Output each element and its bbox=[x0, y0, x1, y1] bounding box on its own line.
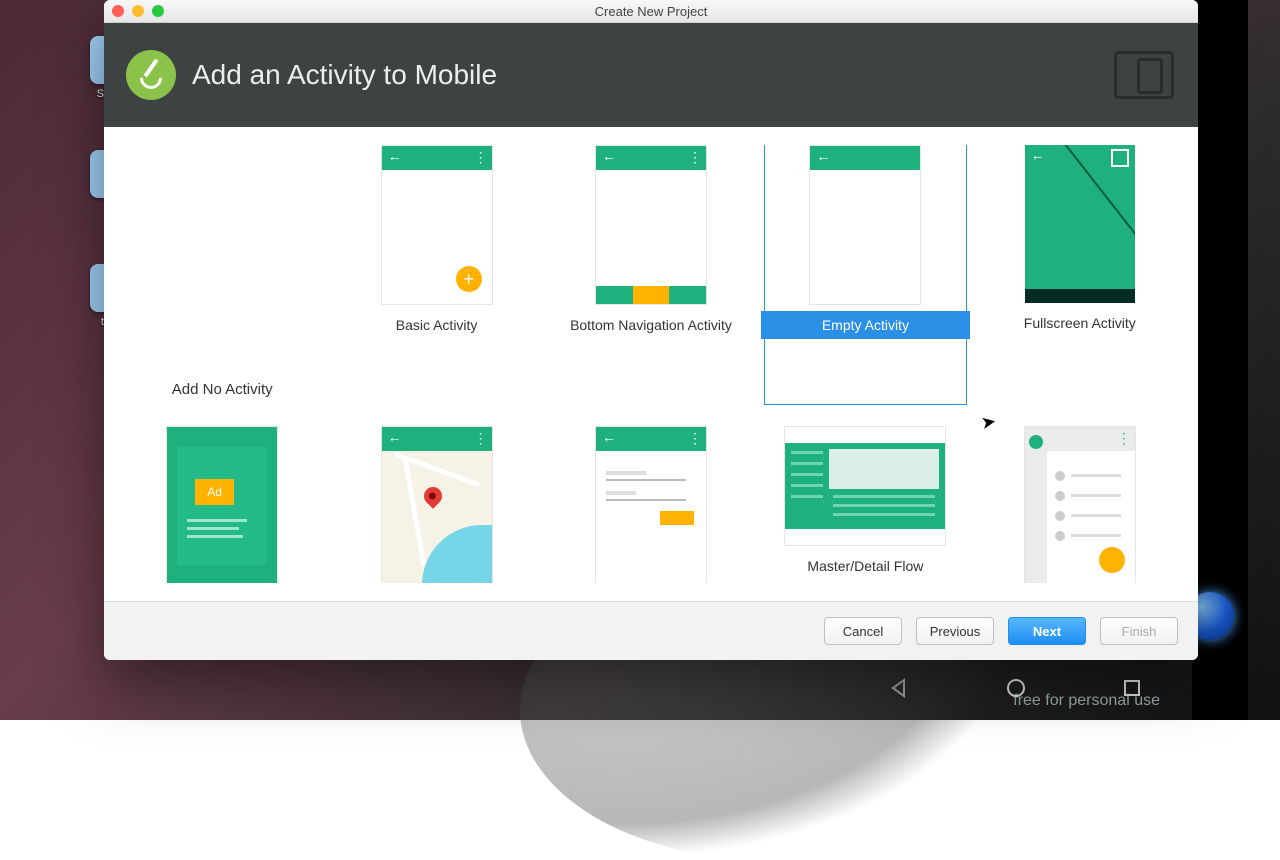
android-nav-bar bbox=[840, 664, 1190, 712]
wizard-footer: Cancel Previous Next Finish bbox=[104, 601, 1198, 660]
template-add-no-activity[interactable]: Add No Activity bbox=[122, 145, 322, 404]
template-empty-activity[interactable]: Empty Activity bbox=[765, 145, 965, 404]
template-label: Add No Activity bbox=[122, 375, 326, 404]
previous-button[interactable]: Previous bbox=[916, 617, 994, 645]
finish-button[interactable]: Finish bbox=[1100, 617, 1178, 645]
template-label: Basic Activity bbox=[332, 311, 540, 339]
close-icon[interactable] bbox=[112, 5, 124, 17]
cancel-button[interactable]: Cancel bbox=[824, 617, 902, 645]
back-icon[interactable] bbox=[888, 677, 910, 699]
activity-gallery: Add No Activity ⋮ + Basic Activity ⋮ Bot… bbox=[104, 127, 1198, 601]
page-title: Add an Activity to Mobile bbox=[192, 59, 497, 91]
template-label: Master/Detail Flow bbox=[761, 552, 969, 580]
home-icon[interactable] bbox=[1005, 677, 1027, 699]
template-master-detail-flow[interactable]: Master/Detail Flow bbox=[765, 426, 965, 583]
template-basic-activity[interactable]: ⋮ + Basic Activity bbox=[336, 145, 536, 404]
maximize-icon[interactable] bbox=[152, 5, 164, 17]
fullscreen-icon bbox=[1111, 149, 1129, 167]
wizard-header: Add an Activity to Mobile bbox=[104, 23, 1198, 127]
template-label: Empty Activity bbox=[761, 311, 969, 339]
recents-icon[interactable] bbox=[1122, 678, 1142, 698]
next-button[interactable]: Next bbox=[1008, 617, 1086, 645]
minimize-icon[interactable] bbox=[132, 5, 144, 17]
wizard-window: Create New Project Add an Activity to Mo… bbox=[104, 0, 1198, 660]
android-studio-logo-icon bbox=[126, 50, 176, 100]
form-factor-icon bbox=[1114, 51, 1174, 99]
template-bottom-navigation-activity[interactable]: ⋮ Bottom Navigation Activity bbox=[551, 145, 751, 404]
ad-badge: Ad bbox=[195, 479, 234, 505]
template-google-maps-activity[interactable]: ⋮ Google Maps Activity bbox=[336, 426, 536, 583]
template-login-activity[interactable]: ⋮ Login Activity bbox=[551, 426, 751, 583]
template-label: Bottom Navigation Activity bbox=[547, 311, 755, 339]
template-admob-activity[interactable]: Ad Google AdMob Ads Activity bbox=[122, 426, 322, 583]
window-title: Create New Project bbox=[104, 4, 1198, 19]
template-navigation-drawer-activity[interactable]: ⋮ Navigation Drawer Activity bbox=[980, 426, 1180, 583]
titlebar[interactable]: Create New Project bbox=[104, 0, 1198, 23]
template-fullscreen-activity[interactable]: Fullscreen Activity bbox=[980, 145, 1180, 404]
template-label: Fullscreen Activity bbox=[976, 309, 1180, 337]
